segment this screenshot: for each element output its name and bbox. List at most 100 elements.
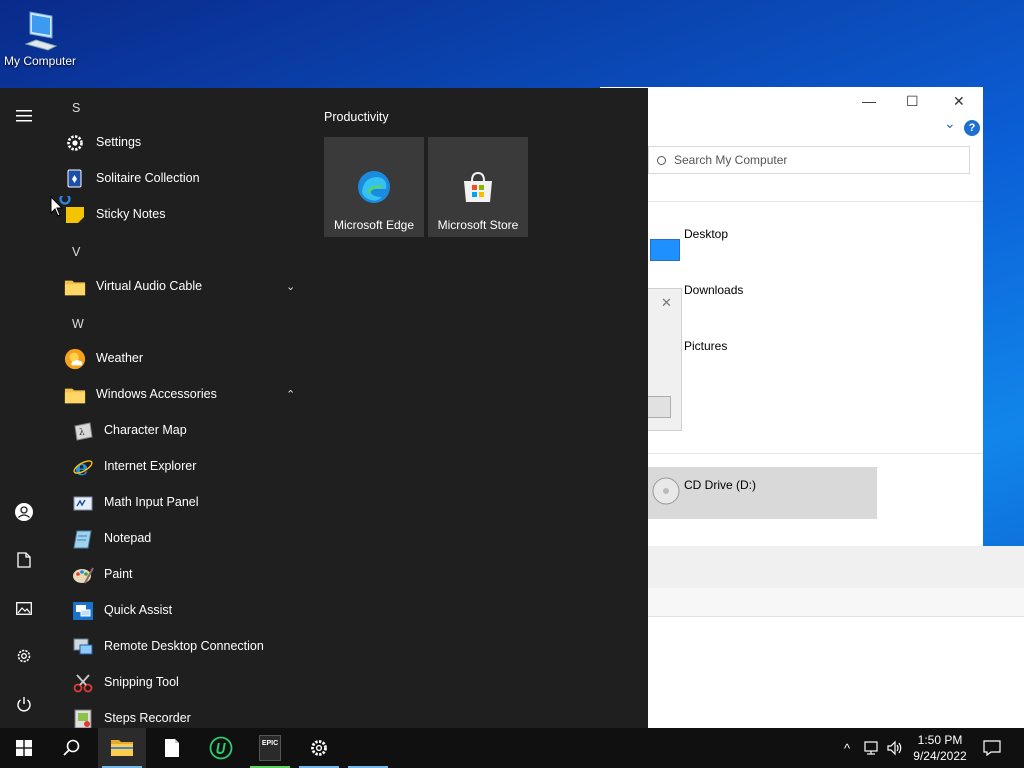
gear-icon xyxy=(311,740,327,756)
power-icon[interactable] xyxy=(12,692,36,716)
app-label: Settings xyxy=(96,135,142,149)
notepad-icon xyxy=(165,739,179,757)
start-menu: S Settings Solitaire Collection Sticky N… xyxy=(0,88,648,729)
app-item-paint[interactable]: Paint xyxy=(48,556,310,592)
app-label: Paint xyxy=(104,567,133,581)
dialog-button[interactable] xyxy=(647,396,671,418)
desktop-icon-label: My Computer xyxy=(3,54,77,68)
taskbar-settings[interactable] xyxy=(295,728,343,768)
cards-icon xyxy=(64,168,86,190)
desktop-icon-my-computer[interactable]: My Computer xyxy=(0,8,80,68)
app-item-virtual-audio-cable[interactable]: Virtual Audio Cable ⌄ xyxy=(48,268,310,304)
app-item-solitaire[interactable]: Solitaire Collection xyxy=(48,160,310,196)
app-label: Steps Recorder xyxy=(104,711,191,725)
chevron-down-icon[interactable]: ⌄ xyxy=(286,280,295,293)
app-label: Character Map xyxy=(104,423,187,437)
search-placeholder: Search My Computer xyxy=(674,153,788,167)
divider xyxy=(648,201,983,202)
gear-icon[interactable] xyxy=(12,644,36,668)
gear-icon xyxy=(64,132,86,154)
app-item-quick-assist[interactable]: Quick Assist xyxy=(48,592,310,628)
chevron-up-icon[interactable]: ⌃ xyxy=(286,388,295,401)
search-input[interactable]: Search My Computer xyxy=(648,146,970,174)
app-item-math-input-panel[interactable]: Math Input Panel xyxy=(48,484,310,520)
document-icon[interactable] xyxy=(12,548,36,572)
background-window xyxy=(600,546,1024,728)
app-item-notepad[interactable]: Notepad xyxy=(48,520,310,556)
help-icon[interactable]: ? xyxy=(964,120,980,136)
folder-icon xyxy=(64,384,86,406)
drive-label: CD Drive (D:) xyxy=(684,478,756,492)
window-address-bar xyxy=(600,588,1024,617)
tile-label: Microsoft Store xyxy=(437,218,519,232)
search-button[interactable] xyxy=(48,728,96,768)
app-item-settings[interactable]: Settings xyxy=(48,124,310,160)
search-icon xyxy=(657,156,666,166)
windows-logo-icon xyxy=(16,740,32,756)
group-letter-s[interactable]: S xyxy=(72,101,80,115)
clock-date: 9/24/2022 xyxy=(913,749,967,763)
cd-drive-icon xyxy=(652,477,680,505)
clock-time: 1:50 PM xyxy=(917,733,963,747)
taskbar-notepad[interactable] xyxy=(148,728,196,768)
folder-item-desktop[interactable]: Desktop xyxy=(684,227,728,241)
taskbar-unigine[interactable] xyxy=(197,728,245,768)
divider xyxy=(648,453,983,454)
notification-icon xyxy=(983,740,1001,756)
start-button[interactable] xyxy=(0,728,48,768)
user-icon[interactable] xyxy=(12,500,36,524)
window-toolbar xyxy=(600,546,1024,588)
app-label: Windows Accessories xyxy=(96,387,217,401)
hamburger-icon[interactable] xyxy=(12,104,36,128)
tile-microsoft-store[interactable]: Microsoft Store xyxy=(428,137,528,237)
app-label: Notepad xyxy=(104,531,152,545)
app-item-internet-explorer[interactable]: e Internet Explorer xyxy=(48,448,310,484)
notification-center-button[interactable] xyxy=(978,728,1006,768)
folder-icon xyxy=(64,276,86,298)
network-icon[interactable] xyxy=(860,728,882,768)
app-label: Weather xyxy=(96,351,144,365)
unigine-icon xyxy=(209,736,233,760)
weather-icon xyxy=(64,348,86,370)
tile-group-title: Productivity xyxy=(324,110,389,124)
epic-games-icon: EPIC xyxy=(259,735,281,761)
group-letter-w[interactable]: W xyxy=(72,317,84,331)
start-rail xyxy=(0,88,48,728)
app-item-snipping-tool[interactable]: Snipping Tool xyxy=(48,664,310,700)
store-icon xyxy=(464,171,492,202)
close-icon[interactable]: ✕ xyxy=(661,295,672,311)
app-item-windows-accessories[interactable]: Windows Accessories ⌃ xyxy=(48,376,310,412)
drive-item-cd[interactable]: CD Drive (D:) xyxy=(648,467,877,519)
app-item-weather[interactable]: Weather xyxy=(48,340,310,376)
close-button[interactable]: ✕ xyxy=(953,93,965,110)
volume-icon[interactable] xyxy=(884,728,906,768)
app-label: Math Input Panel xyxy=(104,495,199,509)
character-map-icon: λ xyxy=(72,420,94,442)
computer-icon xyxy=(24,11,58,51)
app-item-remote-desktop[interactable]: Remote Desktop Connection xyxy=(48,628,310,664)
clock[interactable]: 1:50 PM 9/24/2022 xyxy=(905,732,975,764)
app-item-character-map[interactable]: λ Character Map xyxy=(48,412,310,448)
ribbon-expand-icon[interactable]: ⌄ xyxy=(944,115,956,132)
app-label: Internet Explorer xyxy=(104,459,197,473)
quick-assist-icon xyxy=(72,600,94,622)
math-input-icon xyxy=(72,492,94,514)
svg-text:λ: λ xyxy=(79,428,85,438)
app-label: Solitaire Collection xyxy=(96,171,200,185)
taskbar: EPIC ^ 1:50 PM 9/24/2022 xyxy=(0,728,1024,768)
taskbar-epic-games[interactable]: EPIC xyxy=(246,728,294,768)
tile-microsoft-edge[interactable]: Microsoft Edge xyxy=(324,137,424,237)
minimize-button[interactable]: — xyxy=(862,93,876,109)
paint-icon xyxy=(72,564,94,586)
search-icon xyxy=(63,739,80,756)
taskbar-file-explorer[interactable] xyxy=(98,728,146,768)
show-hidden-icons[interactable]: ^ xyxy=(838,728,856,768)
app-label: Virtual Audio Cable xyxy=(96,279,203,293)
group-letter-v[interactable]: V xyxy=(72,245,80,259)
app-item-sticky-notes[interactable]: Sticky Notes xyxy=(48,196,310,232)
maximize-button[interactable]: ☐ xyxy=(906,93,919,110)
picture-icon[interactable] xyxy=(12,596,36,620)
folder-item-downloads[interactable]: Downloads xyxy=(684,283,743,297)
notepad-icon xyxy=(72,528,94,550)
folder-item-pictures[interactable]: Pictures xyxy=(684,339,727,353)
